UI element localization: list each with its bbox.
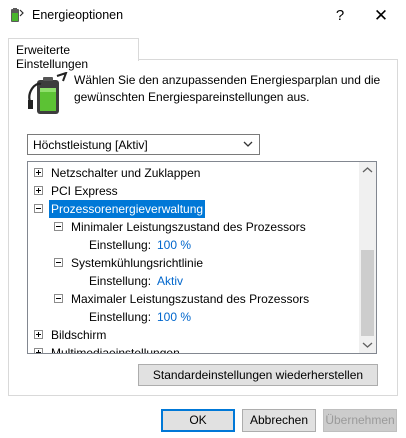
expand-plus-icon[interactable] (34, 348, 43, 353)
intro-line-1: Wählen Sie den anzupassenden Energiespar… (74, 73, 381, 87)
intro-text: Wählen Sie den anzupassenden Energiespar… (74, 72, 394, 106)
tree-item-label: Systemkühlungsrichtlinie (71, 256, 204, 270)
tree-item-label: Bildschirm (51, 328, 107, 342)
power-options-icon (11, 8, 24, 22)
collapse-minus-icon[interactable] (54, 222, 63, 231)
expand-plus-icon[interactable] (34, 330, 43, 339)
collapse-minus-icon[interactable] (34, 204, 43, 213)
tree-item-label: Maximaler Leistungszustand des Prozessor… (71, 292, 310, 306)
expand-plus-icon[interactable] (34, 168, 43, 177)
close-button[interactable]: ✕ (359, 0, 403, 31)
tree-item-label-selected: Prozessorenergieverwaltung (49, 200, 206, 218)
setting-label: Einstellung: (89, 274, 152, 288)
setting-value[interactable]: Aktiv (157, 272, 183, 290)
help-button[interactable]: ? (318, 0, 362, 31)
setting-label: Einstellung: (89, 310, 152, 324)
power-plan-dropdown[interactable]: Höchstleistung [Aktiv] (27, 134, 260, 155)
ok-button[interactable]: OK (161, 409, 235, 432)
scroll-up-arrow-icon[interactable] (359, 162, 376, 179)
tree-item-label: Netzschalter und Zuklappen (51, 166, 201, 180)
setting-value[interactable]: 100 % (157, 308, 191, 326)
tree-scrollbar[interactable] (359, 162, 376, 353)
settings-tree[interactable]: Netzschalter und Zuklappen PCI Express P… (27, 161, 377, 354)
tree-item-label: PCI Express (51, 184, 118, 198)
collapse-minus-icon[interactable] (54, 258, 63, 267)
intro-line-2: gewünschten Energiespareinstellungen aus… (74, 90, 310, 104)
collapse-minus-icon[interactable] (54, 294, 63, 303)
setting-label: Einstellung: (89, 238, 152, 252)
scroll-thumb[interactable] (361, 250, 374, 336)
cancel-button[interactable]: Abbrechen (242, 409, 316, 432)
tab-advanced-settings[interactable]: Erweiterte Einstellungen (8, 38, 139, 71)
window-title: Energieoptionen (32, 8, 124, 22)
scroll-down-arrow-icon[interactable] (359, 336, 376, 353)
apply-button[interactable]: Übernehmen (323, 409, 397, 432)
tree-item-label: Multimediaeinstellungen (51, 346, 180, 354)
battery-icon (28, 72, 68, 114)
setting-value[interactable]: 100 % (157, 236, 191, 254)
restore-defaults-button[interactable]: Standardeinstellungen wiederherstellen (138, 364, 378, 386)
tree-item-label: Minimaler Leistungszustand des Prozessor… (71, 220, 306, 234)
chevron-down-icon (243, 141, 253, 147)
expand-plus-icon[interactable] (34, 186, 43, 195)
tab-label: Erweiterte Einstellungen (16, 43, 89, 71)
title-bar: Energieoptionen ? ✕ (0, 0, 406, 31)
power-plan-value: Höchstleistung [Aktiv] (33, 138, 148, 152)
